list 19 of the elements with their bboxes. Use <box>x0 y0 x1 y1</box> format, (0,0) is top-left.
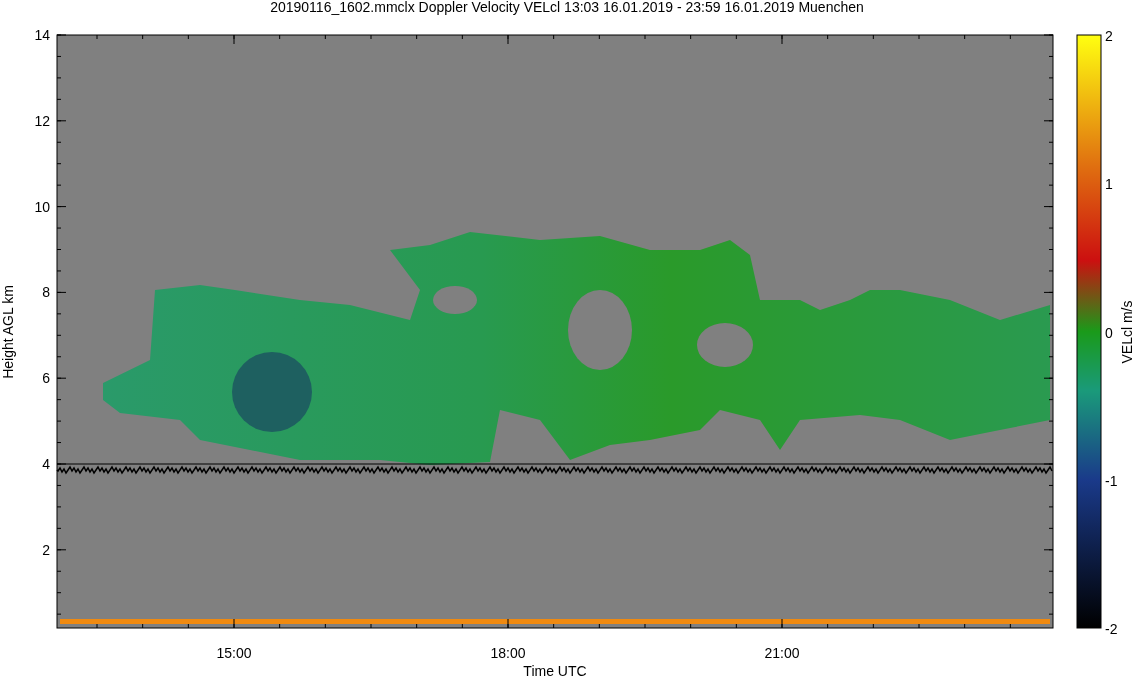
y-tick-label: 10 <box>34 198 50 215</box>
y-tick-label: 8 <box>42 284 50 301</box>
x-axis-label: Time UTC <box>523 663 587 678</box>
colorbar-tick-label: 1 <box>1105 176 1113 193</box>
x-tick-label: 21:00 <box>764 645 800 661</box>
colorbar-tick-label: 0 <box>1105 324 1113 341</box>
y-axis-label: Height AGL km <box>0 285 16 379</box>
chart-title: 20190116_1602.mmclx Doppler Velocity VELcl 13:03 16.01.2019 - 23:59 16.01.2019 Muenchen <box>270 0 864 15</box>
colorbar-tick-label: -1 <box>1105 472 1118 489</box>
colorbar-tick-label: 2 <box>1105 28 1113 44</box>
y-tick-label: 4 <box>42 456 50 472</box>
y-tick-label: 2 <box>42 541 50 558</box>
colorbar-tick-label: -2 <box>1105 621 1118 637</box>
y-tick-label: 6 <box>42 370 50 387</box>
x-tick-label: 15:00 <box>216 645 252 661</box>
colorbar-label: VELcl m/s <box>1119 300 1135 364</box>
x-tick-label: 18:00 <box>490 645 526 661</box>
y-tick-label: 14 <box>34 27 50 43</box>
y-tick-label: 12 <box>34 112 50 129</box>
